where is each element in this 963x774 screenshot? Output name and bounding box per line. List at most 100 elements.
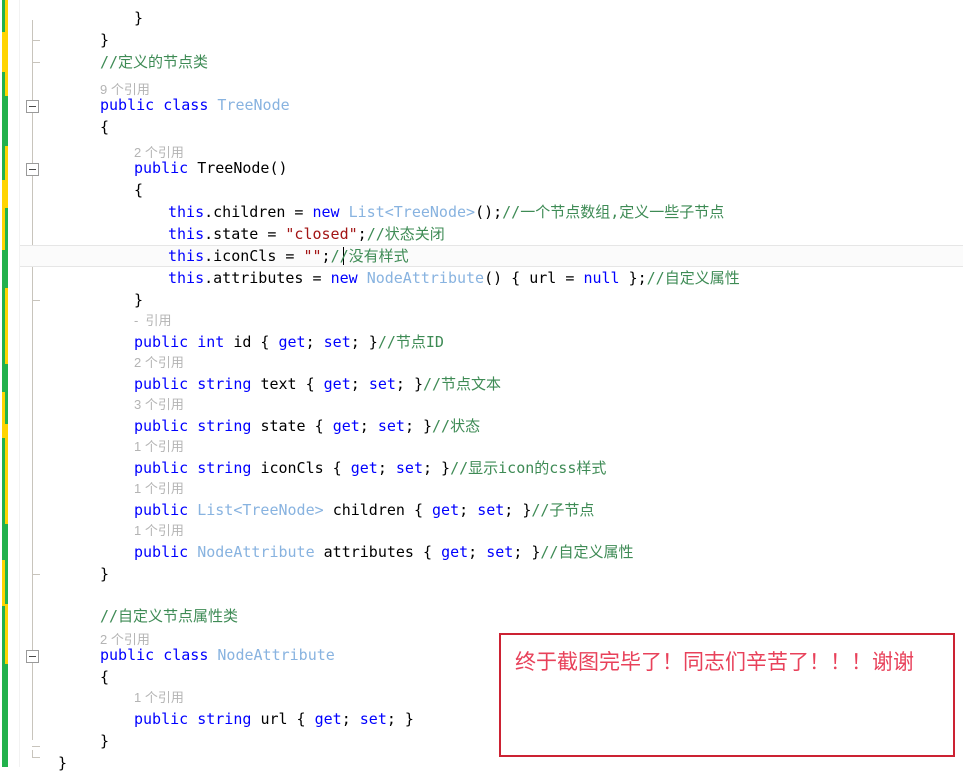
code-line[interactable]: //定义的节点类: [100, 52, 208, 73]
code-token-cmt: //节点文本: [423, 375, 502, 393]
change-bar-segment: [5, 208, 8, 288]
code-token-str: "closed": [285, 225, 358, 243]
code-token-pl: }: [100, 31, 110, 49]
code-token-pl: ;: [468, 543, 487, 561]
code-token-cmt: //自定义属性: [646, 269, 740, 287]
code-line[interactable]: {: [100, 667, 109, 688]
code-token-cmt: //没有样式: [330, 247, 409, 265]
code-line[interactable]: public int id { get; set; }//节点ID: [134, 332, 444, 353]
collapse-minus-icon[interactable]: [26, 100, 39, 113]
fold-region-end-tick: [32, 62, 40, 63]
codelens-reference-count[interactable]: 9 个引用: [100, 80, 150, 100]
code-token-pl: .iconCls =: [204, 247, 304, 265]
code-token-kw: get: [323, 375, 351, 393]
change-bar-segment: [5, 0, 8, 96]
code-token-cmt: //状态: [432, 417, 481, 435]
code-line[interactable]: this.iconCls = "";//没有样式: [168, 246, 409, 267]
codelens-reference-count[interactable]: 2 个引用: [100, 630, 150, 650]
code-token-kw: get: [441, 543, 469, 561]
code-line[interactable]: {: [134, 180, 143, 201]
code-line[interactable]: //自定义节点属性类: [100, 606, 238, 627]
code-token-pl: url {: [260, 710, 315, 728]
code-token-cmt: //自定义属性: [540, 543, 634, 561]
code-token-kw: get: [332, 417, 360, 435]
code-token-kw: set: [395, 459, 423, 477]
code-token-kw: set: [368, 375, 396, 393]
code-line[interactable]: public string iconCls { get; set; }//显示i…: [134, 458, 606, 479]
codelens-reference-count[interactable]: 2 个引用: [134, 353, 184, 373]
code-line[interactable]: }: [58, 753, 67, 774]
code-line[interactable]: }: [134, 290, 143, 311]
code-token-kw: set: [486, 543, 514, 561]
code-line[interactable]: this.attributes = new NodeAttribute() { …: [168, 268, 740, 289]
code-token-kw: get: [432, 501, 460, 519]
change-bar-segment: [5, 96, 8, 146]
code-token-pl: .state =: [204, 225, 286, 243]
code-line[interactable]: public string text { get; set; }//节点文本: [134, 374, 501, 395]
code-token-cmt: //自定义节点属性类: [100, 607, 239, 625]
code-token-pl: {: [100, 118, 110, 136]
code-token-pl: {: [134, 181, 144, 199]
change-bar-segment: [5, 146, 8, 208]
code-token-pl: text {: [260, 375, 324, 393]
code-line[interactable]: public List<TreeNode> children { get; se…: [134, 500, 594, 521]
code-line[interactable]: this.state = "closed";//状态关闭: [168, 224, 445, 245]
code-token-cmt: //显示icon的css样式: [450, 459, 607, 477]
code-token-pl: ;: [359, 417, 378, 435]
codelens-reference-count[interactable]: 1 个引用: [134, 521, 184, 541]
code-token-kw: this: [168, 269, 205, 287]
code-token-type: TreeNode: [217, 96, 290, 114]
code-token-type: List<TreeNode>: [197, 501, 333, 519]
code-token-kw: this: [168, 247, 205, 265]
code-line[interactable]: public string url { get; set; }: [134, 709, 414, 730]
code-token-pl: }: [134, 9, 144, 27]
code-token-kw: public: [134, 501, 198, 519]
code-line[interactable]: }: [100, 30, 109, 51]
code-line[interactable]: }: [100, 564, 109, 585]
code-token-pl: }: [134, 291, 144, 309]
code-token-pl: TreeNode(): [197, 159, 288, 177]
code-token-kw: null: [583, 269, 620, 287]
change-bar-segment: [5, 424, 8, 524]
code-token-pl: .children =: [204, 203, 313, 221]
code-line[interactable]: this.children = new List<TreeNode>();//一…: [168, 202, 724, 223]
code-token-kw: set: [477, 501, 505, 519]
code-token-kw: public string: [134, 417, 261, 435]
fold-guide-line: [32, 20, 33, 740]
code-token-pl: ; }: [423, 459, 451, 477]
code-token-cmt: //子节点: [531, 501, 595, 519]
codelens-reference-count[interactable]: 2 个引用: [134, 143, 184, 163]
code-token-pl: ;: [341, 710, 360, 728]
fold-region-end-tick: [32, 300, 40, 301]
fold-region-end-tick: [32, 574, 40, 575]
code-token-pl: ; }: [386, 710, 414, 728]
annotation-box: 终于截图完毕了！同志们辛苦了！！！谢谢: [499, 633, 955, 757]
code-token-kw: set: [377, 417, 405, 435]
code-token-pl: ; }: [404, 417, 433, 435]
code-token-cmt: //节点ID: [377, 333, 444, 351]
code-line[interactable]: }: [134, 8, 143, 29]
code-editor[interactable]: }}//定义的节点类 public class TreeNode{public T…: [0, 0, 963, 772]
code-token-type: NodeAttribute: [217, 646, 335, 664]
codelens-reference-count[interactable]: 1 个引用: [134, 437, 184, 457]
code-token-pl: .attributes =: [204, 269, 331, 287]
codelens-reference-count[interactable]: 1 个引用: [134, 688, 184, 708]
code-token-kw: public string: [134, 375, 261, 393]
fold-elbow-icon: [32, 750, 40, 758]
code-token-pl: ;: [459, 501, 478, 519]
code-token-pl: iconCls {: [260, 459, 351, 477]
code-token-pl: {: [100, 668, 110, 686]
codelens-reference-count[interactable]: - 引用: [134, 311, 172, 331]
code-line[interactable]: {: [100, 117, 109, 138]
code-line[interactable]: public NodeAttribute attributes { get; s…: [134, 542, 633, 563]
code-line[interactable]: public string state { get; set; }//状态: [134, 416, 480, 437]
collapse-minus-icon[interactable]: [26, 163, 39, 176]
code-token-pl: ; }: [395, 375, 423, 393]
codelens-reference-count[interactable]: 3 个引用: [134, 395, 184, 415]
code-token-cmt: //状态关闭: [366, 225, 445, 243]
codelens-reference-count[interactable]: 1 个引用: [134, 479, 184, 499]
code-token-kw: get: [314, 710, 342, 728]
collapse-minus-icon[interactable]: [26, 650, 39, 663]
code-token-pl: () { url =: [484, 269, 584, 287]
code-line[interactable]: }: [100, 731, 109, 752]
